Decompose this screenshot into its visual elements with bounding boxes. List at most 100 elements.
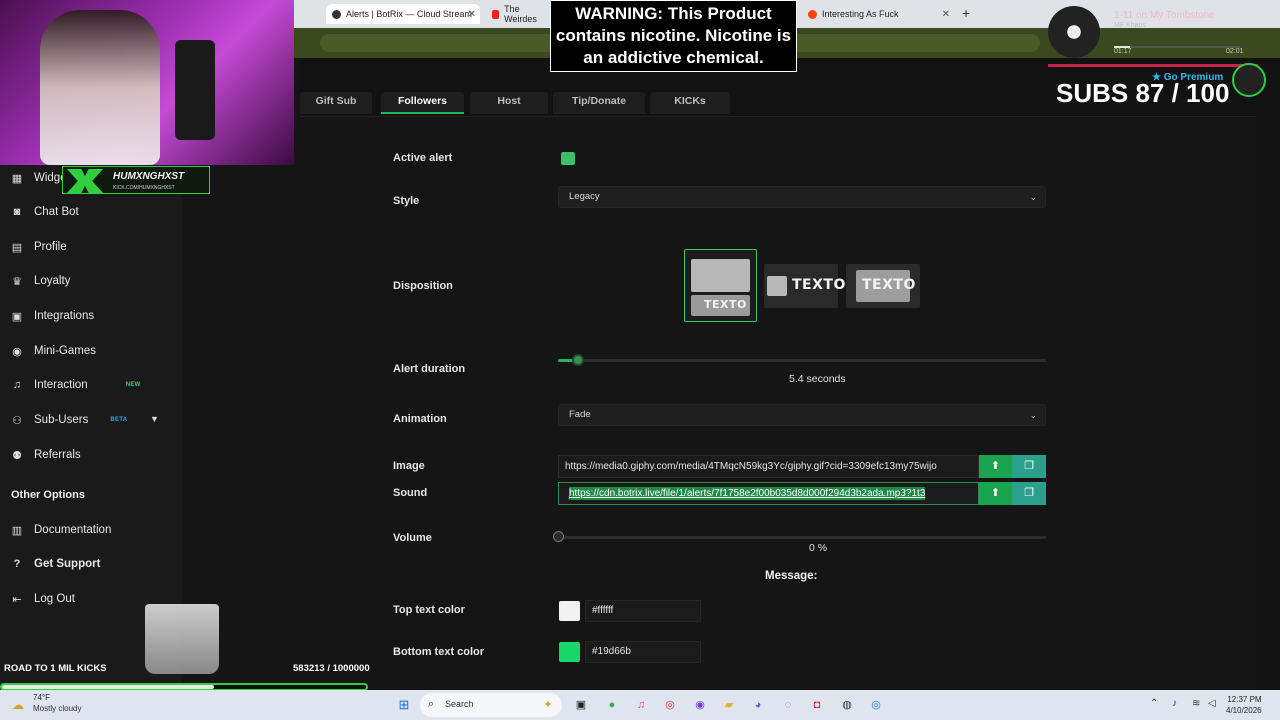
clock[interactable]: 12:37 PM 4/10/2026 [1226,694,1262,716]
nametag-url: KICK.COM/HUMXNGHXST [113,185,175,191]
tab-alerts-botrix[interactable]: Alerts | BotRix — Cloud Stream ✕ [326,4,480,24]
style-label: Style [393,195,420,207]
active-alert-checkbox[interactable] [561,152,575,165]
tab-gift-sub[interactable]: Gift Sub [300,92,372,114]
song-artist: MF Khaos [1114,22,1146,29]
sidebar-item-chat-bot[interactable]: ◙ Chat Bot [10,203,79,221]
album-art-icon [1048,6,1100,58]
sidebar-item-label: Log Out [34,593,75,605]
sidebar-item-label: Chat Bot [34,206,79,218]
volume-value: 0 % [809,542,827,554]
upload-icon: ⬆ [990,487,1001,499]
duration-number: 5.4 [789,373,804,385]
profile-icon: ▤ [11,241,23,254]
windows-start-icon[interactable]: ⊞ [396,697,412,713]
alert-duration-track[interactable] [558,359,1046,362]
tab-host[interactable]: Host [470,92,548,114]
sidebar-item-referrals[interactable]: ⚉ Referrals [10,446,81,464]
streamer-nametag: HUMXNGHXST KICK.COM/HUMXNGHXST [62,166,210,194]
volume-label: Volume [393,532,432,544]
discord-icon[interactable]: ◕ [750,697,766,713]
sidebar-item-profile[interactable]: ▤ Profile [10,238,67,256]
upload-icon: ⬆ [990,460,1001,472]
app-icon[interactable]: ◍ [839,697,855,713]
widget-icon[interactable]: ✦ [540,697,556,713]
chrome-active-icon[interactable]: ◎ [868,697,884,713]
animation-select[interactable]: Fade ⌄ [558,404,1046,426]
users-icon: ⚇ [12,414,22,427]
sound-library-button[interactable]: ❐ [1012,482,1046,505]
disposition-option-overlay[interactable]: TEXTO [846,264,920,308]
sidebar-item-integrations[interactable]: ▣ Integrations [10,307,94,325]
top-text-color-label: Top text color [393,604,465,616]
chevron-down-icon: ⌄ [1029,192,1037,202]
sidebar-item-label: Integrations [34,310,95,322]
duration-unit: seconds [806,373,846,385]
song-total: 02:01 [1226,48,1244,55]
sidebar-item-label: Loyalty [34,275,71,287]
sidebar-item-sub-users[interactable]: ⚇ Sub-Users BETA [10,411,127,429]
tab-the-weirdest[interactable]: The Weirdes [486,4,550,24]
close-tab-icon[interactable]: ✕ [942,9,950,20]
volume-icon[interactable]: ◁ [1208,698,1216,709]
bottom-text-color-label: Bottom text color [393,646,485,658]
sidebar-item-log-out[interactable]: ⇤ Log Out [10,590,75,608]
close-tab-icon[interactable]: ✕ [468,9,476,20]
sidebar-item-label: Referrals [34,449,81,461]
music-app-icon[interactable]: ♫ [633,697,649,713]
bottom-text-color-swatch[interactable] [559,642,580,662]
alert-duration-slider[interactable] [571,354,584,366]
style-select[interactable]: Legacy ⌄ [558,186,1046,208]
microphone-figure [175,40,215,140]
sidebar-item-documentation[interactable]: ▥ Documentation [10,521,112,539]
now-playing-widget: 1-11 on My Tombstone MF Khaos 01:17 02:0… [1048,4,1248,60]
botrix-favicon-icon [332,9,341,19]
obs-icon[interactable]: ◌ [780,697,796,713]
sidebar-item-interaction[interactable]: ♫ Interaction NEW [10,376,141,394]
chevron-up-icon[interactable]: ⌃ [1150,698,1158,709]
sidebar-item-loyalty[interactable]: ♛ Loyalty [10,272,70,290]
gallery-icon: ❐ [1024,487,1034,499]
volume-slider[interactable] [553,531,564,542]
browser-icon[interactable]: ◉ [692,697,708,713]
task-view-icon[interactable]: ▣ [573,697,589,713]
tab-tip-donate[interactable]: Tip/Donate [553,92,645,114]
bottom-text-color-input[interactable]: #19d66b [585,641,701,663]
new-badge: NEW [125,382,141,388]
chevron-down-icon[interactable]: ▼ [150,414,159,424]
disposition-option-side[interactable]: TEXTO [764,264,845,308]
microphone-icon[interactable]: ♪ [1172,698,1177,709]
animation-label: Animation [393,413,447,425]
streamer-figure [40,10,160,165]
tab-interesting[interactable]: Interesting As Fuck ✕ [802,4,954,24]
new-tab-button[interactable]: + [962,5,970,21]
clock-time: 12:37 PM [1227,695,1262,704]
sound-url-input[interactable]: https://cdn.botrix.live/file/1/alerts/7f… [558,482,979,505]
screen: Alerts | BotRix — Cloud Stream ✕ The Wei… [0,0,1280,720]
sidebar-item-get-support[interactable]: ? Get Support [10,555,101,573]
animation-value: Fade [569,409,591,420]
upload-sound-button[interactable]: ⬆ [979,482,1012,505]
sidebar-item-mini-games[interactable]: ◉ Mini-Games [10,342,96,360]
disposition-option-stacked[interactable]: TEXTO [684,249,757,322]
sidebar-item-widgets[interactable]: ▦ Widge [10,169,67,187]
chrome-icon[interactable]: ◎ [662,697,678,713]
road-goal-count: 583213 / 1000000 [293,663,370,674]
alert-duration-value: 5.4 seconds [789,373,846,385]
app-icon[interactable]: ◘ [809,697,825,713]
top-text-color-swatch[interactable] [559,601,580,621]
wifi-icon[interactable]: ≋ [1192,698,1200,709]
image-label: Image [393,460,425,472]
top-text-color-input[interactable]: #ffffff [585,600,701,622]
tab-followers[interactable]: Followers [381,92,464,114]
image-url-input[interactable]: https://media0.giphy.com/media/4TMqcN59k… [558,455,979,478]
image-placeholder-icon [691,259,750,292]
volume-track[interactable] [558,536,1046,539]
image-library-button[interactable]: ❐ [1012,455,1046,478]
spotify-icon[interactable]: ● [604,697,620,713]
upload-image-button[interactable]: ⬆ [979,455,1012,478]
tab-kicks[interactable]: KICKs [650,92,730,114]
referrals-icon: ⚉ [12,449,22,462]
file-explorer-icon[interactable]: ▰ [721,697,737,713]
image-placeholder-icon [767,276,787,296]
